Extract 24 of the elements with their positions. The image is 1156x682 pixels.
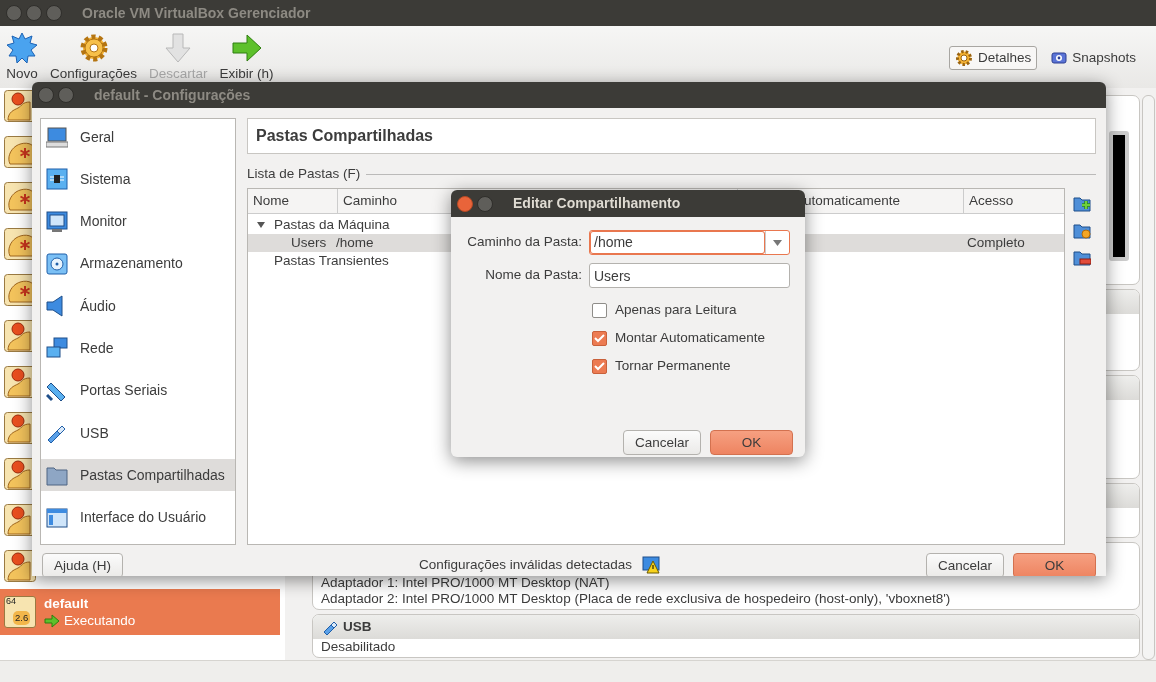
- checkbox-label: Montar Automaticamente: [615, 328, 766, 347]
- detail-text: Desabilitado: [320, 639, 397, 655]
- warning-text: Configurações inválidas detectadas: [418, 555, 633, 574]
- version-label: 2.6: [13, 611, 31, 626]
- page-title: Pastas Compartilhadas: [247, 118, 1096, 154]
- table-cell: Pastas Transientes: [274, 252, 389, 271]
- detail-text: Adaptador 2: Intel PRO/1000 MT Desktop (Placa de rede exclusiva de hospedeiro (host-only), 'vboxnet8'): [320, 591, 952, 607]
- table-cell: /home: [336, 234, 374, 253]
- checkbox-label: Tornar Permanente: [615, 356, 731, 375]
- section-title: USB: [343, 617, 372, 636]
- vm-status: Executando: [64, 612, 136, 629]
- window-title: Oracle VM VirtualBox Gerenciador: [82, 3, 311, 23]
- field-label: Nome da Pasta:: [484, 266, 583, 285]
- checkbox-label: Apenas para Leitura: [615, 300, 737, 319]
- vm-name: default: [44, 595, 90, 612]
- table-cell-text: Completo: [967, 234, 1026, 253]
- table-cell: Pastas da Máquina: [274, 216, 390, 235]
- field-label: Caminho da Pasta:: [466, 233, 583, 252]
- group-label: Lista de Pastas (F): [247, 165, 361, 183]
- dialog-title: default - Configurações: [94, 85, 251, 105]
- dialog-title: Editar Compartilhamento: [513, 194, 681, 213]
- table-cell: Users: [291, 234, 327, 253]
- detail-text: Adaptador 1: Intel PRO/1000 MT Desktop (NAT): [320, 575, 611, 591]
- os-badge-label: 64: [6, 595, 16, 608]
